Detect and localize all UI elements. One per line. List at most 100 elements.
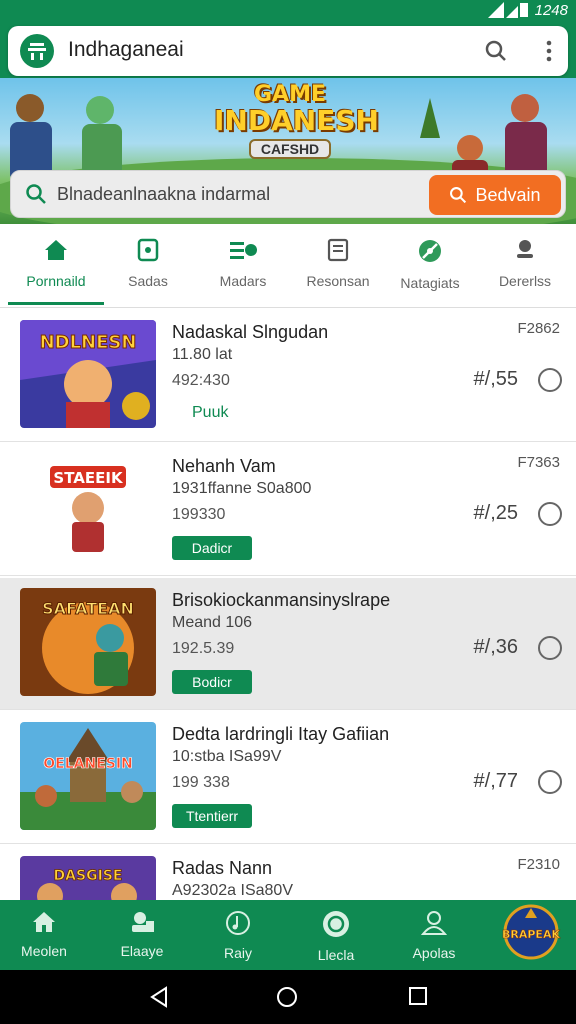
user-icon [420,911,448,935]
search-icon [25,183,47,210]
tab-resonsan[interactable]: Resonsan [290,238,386,289]
tab-madars[interactable]: Madars [195,238,291,289]
nav-llecla[interactable]: Llecla [288,910,384,963]
nav-label: Apolas [412,945,456,961]
more-vert-icon[interactable] [544,39,554,68]
game-thumbnail[interactable]: SAFATEAN [20,588,156,696]
item-code: F2310 [517,856,560,873]
list-item[interactable]: SAFATEAN Brisokiockanmansinyslrape Meand… [0,578,576,710]
document-icon [327,238,349,262]
category-tabs: Pornnaild Sadas Madars Resonsan Natagiat… [0,226,576,308]
home-circle-icon[interactable] [276,986,298,1013]
nav-label: Raiy [223,945,252,961]
recents-icon[interactable] [408,986,428,1011]
nav-meolen[interactable]: Meolen [0,910,92,959]
select-radio[interactable] [538,636,562,660]
tab-label: Resonsan [306,273,370,289]
brand-logo[interactable]: BRAPEAK [496,904,566,964]
search-input[interactable]: Blnadeanlnaakna indarmal [57,184,270,205]
thumb-caption: STAEEIK [53,469,124,487]
nav-label: Elaaye [120,943,164,959]
item-price: #/,55 [473,368,518,390]
menu-settings-icon [230,242,257,259]
tab-label: Madars [219,273,267,289]
tab-dererlss[interactable]: Dererlss [477,238,573,289]
item-subtitle: A92302a ISa80V [172,882,293,899]
app-logo-icon[interactable] [20,34,54,68]
compass-icon [419,240,441,262]
badge-icon [323,911,349,937]
banner-title: GAME INDANESH CAFSHD [214,82,379,159]
item-action-button[interactable]: Dadicr [172,536,252,560]
nav-apolas[interactable]: Apolas [386,910,482,961]
select-radio[interactable] [538,502,562,526]
active-tab-indicator [8,302,104,305]
item-code: F2862 [517,320,560,337]
item-subtitle: 1931ffanne S0a800 [172,480,312,497]
person-icon [517,240,533,258]
item-subtitle: 10:stba ISa99V [172,748,282,765]
top-bar: Indhaganeai [8,26,568,76]
game-thumbnail[interactable]: DASGISE [20,856,156,900]
status-time: 1248 [534,2,568,19]
item-price: #/,36 [473,636,518,658]
tab-label: Dererlss [498,273,552,289]
item-title: Radas Nann [172,858,273,878]
nav-raiy[interactable]: Raiy [190,910,286,961]
item-price: #/,77 [473,770,518,792]
tab-label: Sadas [128,273,168,289]
game-thumbnail[interactable]: NDLNESN [20,320,156,428]
person-card-icon [132,912,154,932]
thumb-caption: SAFATEAN [42,599,134,618]
tab-natagiats[interactable]: Natagiats [382,238,478,291]
game-list: NDLNESN Nadaskal Slngudan 11.80 lat 492:… [0,310,576,900]
list-item[interactable]: OELANESIN Dedta lardringli Itay Gafiian … [0,712,576,844]
search-bar[interactable]: Blnadeanlnaakna indarmal Bedvain [10,170,566,218]
game-thumbnail[interactable]: STAEEIK [20,454,156,562]
banner-title-line2: INDANESH [214,104,379,137]
item-title: Brisokiockanmansinyslrape [172,590,391,610]
item-action-button[interactable]: Ttentierr [172,804,252,828]
item-count: 199 338 [172,774,230,791]
item-title: Nadaskal Slngudan [172,322,329,342]
list-item[interactable]: STAEEIK Nehanh Vam 1931ffanne S0a800 199… [0,444,576,576]
search-icon[interactable] [484,39,508,68]
search-button-label: Bedvain [475,184,541,205]
select-radio[interactable] [538,770,562,794]
item-subtitle: 11.80 lat [172,346,233,363]
tab-label: Natagiats [400,275,460,291]
tablet-icon [137,238,159,262]
home-icon [45,240,67,260]
system-nav-bar [0,970,576,1024]
game-thumbnail[interactable]: OELANESIN [20,722,156,830]
signal-icon [488,2,528,18]
search-button[interactable]: Bedvain [429,175,561,215]
list-item[interactable]: NDLNESN Nadaskal Slngudan 11.80 lat 492:… [0,310,576,442]
item-title: Dedta lardringli Itay Gafiian [172,724,390,744]
tab-label: Pornnaild [26,273,86,289]
brand-logo-text: BRAPEAK [502,928,560,941]
search-icon [450,187,467,204]
item-code: F7363 [517,454,560,471]
back-icon[interactable] [148,986,170,1013]
tab-sadas[interactable]: Sadas [100,238,196,289]
item-count: 199330 [172,506,226,523]
bottom-nav: Meolen Elaaye Raiy Llecla Apolas BRAPEAK [0,900,576,970]
banner-title-line1: GAME [253,82,326,107]
item-action-link[interactable]: Puuk [192,404,228,422]
item-subtitle: Meand 106 [172,614,253,631]
thumb-caption: NDLNESN [40,332,137,353]
nav-label: Llecla [317,947,355,963]
banner-subtitle: CAFSHD [248,139,332,159]
music-disc-icon [226,911,250,935]
thumb-caption: DASGISE [54,868,123,884]
list-item[interactable]: DASGISE Radas Nann A92302a ISa80V F2310 [0,846,576,900]
nav-elaaye[interactable]: Elaaye [94,910,190,959]
tab-pornnaild[interactable]: Pornnaild [8,238,104,289]
select-radio[interactable] [538,368,562,392]
item-action-button[interactable]: Bodicr [172,670,252,694]
item-title: Nehanh Vam [172,456,276,476]
item-count: 192.5.39 [172,640,235,657]
item-price: #/,25 [473,502,518,524]
thumb-caption: OELANESIN [43,756,133,772]
